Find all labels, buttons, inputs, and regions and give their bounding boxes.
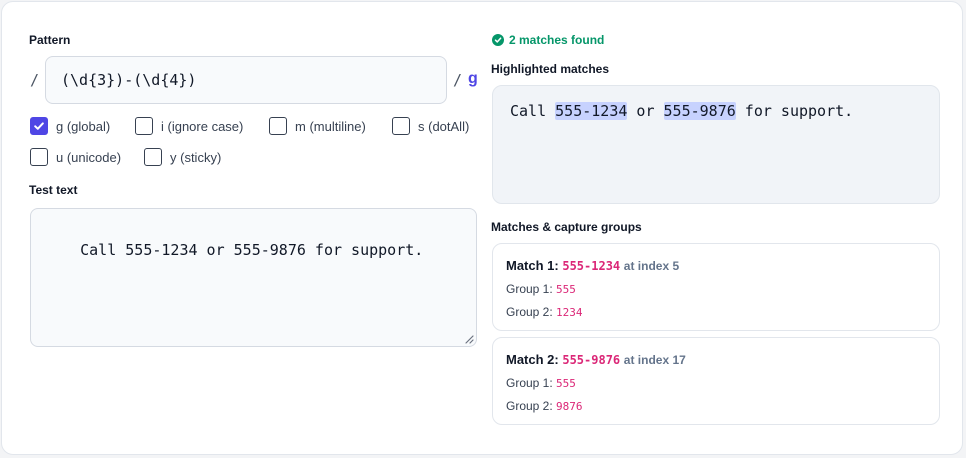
group-label: Group 2:	[506, 399, 553, 413]
flag-sticky-label: y (sticky)	[170, 149, 222, 165]
flag-ignore-case[interactable]: i (ignore case)	[135, 117, 243, 135]
pattern-close-slash: /	[453, 71, 463, 89]
check-circle-icon	[492, 34, 504, 46]
flag-dotall[interactable]: s (dotAll)	[392, 117, 469, 135]
group-line: Group 2: 1234	[506, 305, 583, 319]
flag-multiline-label: m (multiline)	[295, 118, 366, 134]
flag-sticky-checkbox[interactable]	[144, 148, 162, 166]
matches-label: Matches & capture groups	[491, 220, 642, 234]
group-label: Group 2:	[506, 305, 553, 319]
match-status: 2 matches found	[492, 33, 604, 47]
flag-unicode-checkbox[interactable]	[30, 148, 48, 166]
match-title: Match 1:	[506, 258, 559, 273]
group-label: Group 1:	[506, 376, 553, 390]
highlighted-matches-label: Highlighted matches	[491, 62, 610, 76]
check-icon	[34, 122, 44, 130]
match-card-2: Match 2: 555-9876 at index 17 Group 1: 5…	[492, 337, 940, 425]
flag-dotall-label: s (dotAll)	[418, 118, 470, 134]
match-index: at index 17	[623, 353, 686, 367]
match-value: 555-1234	[562, 259, 621, 273]
match-header: Match 2: 555-9876 at index 17	[506, 352, 686, 367]
group-value: 555	[556, 377, 576, 390]
flag-global-label: g (global)	[56, 118, 111, 134]
group-value: 9876	[556, 400, 583, 413]
pattern-value: (\d{3})-(\d{4})	[61, 71, 197, 89]
test-text-input[interactable]: Call 555-1234 or 555-9876 for support.	[30, 208, 477, 347]
flag-multiline-checkbox[interactable]	[269, 117, 287, 135]
test-text-value: Call 555-1234 or 555-9876 for support.	[80, 241, 424, 259]
flag-global-checkbox[interactable]	[30, 117, 48, 135]
group-value: 555	[556, 283, 576, 296]
highlighted-matches-box: Call 555-1234 or 555-9876 for support.	[492, 85, 940, 204]
resize-grip-icon[interactable]	[465, 335, 474, 344]
active-flags: g	[468, 70, 478, 87]
match-title: Match 2:	[506, 352, 559, 367]
flag-unicode-label: u (unicode)	[56, 149, 122, 165]
group-line: Group 1: 555	[506, 282, 576, 296]
flag-global[interactable]: g (global)	[30, 117, 110, 135]
match-header: Match 1: 555-1234 at index 5	[506, 258, 679, 273]
pattern-input[interactable]: (\d{3})-(\d{4})	[45, 56, 447, 104]
highlight-match-2: 555-9876	[663, 102, 736, 120]
flag-ignore-case-checkbox[interactable]	[135, 117, 153, 135]
test-text-label: Test text	[29, 183, 78, 197]
match-card-1: Match 1: 555-1234 at index 5 Group 1: 55…	[492, 243, 940, 331]
match-status-text: 2 matches found	[509, 33, 605, 47]
group-value: 1234	[556, 306, 583, 319]
flag-multiline[interactable]: m (multiline)	[269, 117, 366, 135]
highlight-match-1: 555-1234	[555, 102, 628, 120]
flag-ignore-case-label: i (ignore case)	[161, 118, 244, 134]
highlight-text: Call	[510, 102, 556, 120]
group-line: Group 1: 555	[506, 376, 576, 390]
flag-dotall-checkbox[interactable]	[392, 117, 410, 135]
flag-sticky[interactable]: y (sticky)	[144, 148, 221, 166]
group-label: Group 1:	[506, 282, 553, 296]
match-index: at index 5	[623, 259, 680, 273]
match-value: 555-9876	[562, 353, 621, 367]
pattern-label: Pattern	[29, 33, 71, 47]
highlight-text: or	[627, 102, 664, 120]
group-line: Group 2: 9876	[506, 399, 583, 413]
flag-unicode[interactable]: u (unicode)	[30, 148, 121, 166]
pattern-open-slash: /	[30, 71, 40, 89]
regex-tester-card: Pattern / (\d{3})-(\d{4}) / g g (global)…	[1, 1, 963, 455]
highlight-text: for support.	[735, 102, 854, 120]
